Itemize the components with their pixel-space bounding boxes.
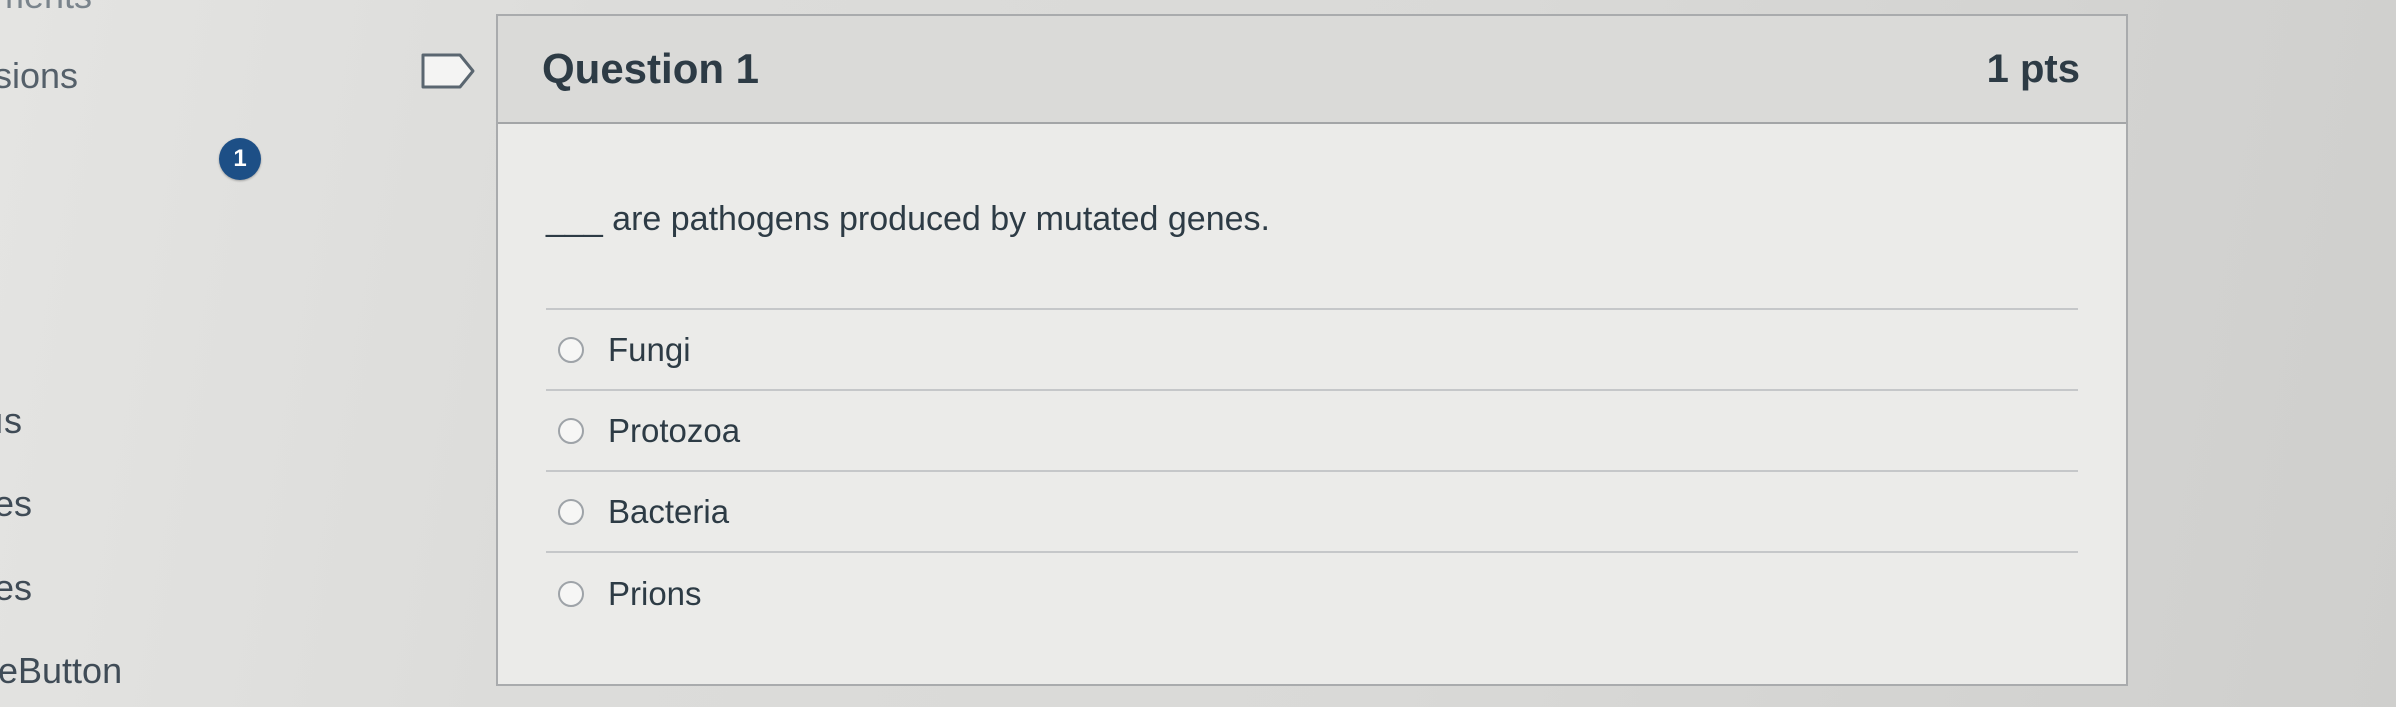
question-text: ___ are pathogens produced by mutated ge… — [546, 200, 1270, 238]
question-header: Question 1 1 pts — [498, 16, 2126, 124]
nav-item-assignments[interactable]: ments — [0, 0, 92, 14]
nav-item-discussions[interactable]: sions — [0, 58, 78, 94]
question-points: 1 pts — [1986, 46, 2080, 91]
answer-label[interactable]: Protozoa — [608, 412, 740, 450]
answer-option-prions[interactable]: Prions — [546, 553, 2078, 634]
nav-item-button[interactable]: eButton — [0, 653, 122, 689]
radio-button[interactable] — [558, 498, 584, 525]
answer-list: Fungi Protozoa Bacteria Prions — [546, 308, 2078, 634]
flag-question-icon[interactable] — [420, 52, 476, 90]
radio-button[interactable] — [558, 417, 584, 444]
nav-item-grades[interactable]: ıs — [0, 403, 22, 439]
question-card: Question 1 1 pts ___ are pathogens produ… — [496, 14, 2128, 686]
answer-label[interactable]: Fungi — [608, 331, 691, 369]
nav-item-modules[interactable]: es — [0, 570, 32, 606]
course-navigation: ments sions ıs es es eButton — [0, 0, 200, 707]
answer-option-bacteria[interactable]: Bacteria — [546, 472, 2078, 553]
nav-item-pages[interactable]: es — [0, 486, 32, 522]
answer-label[interactable]: Prions — [608, 575, 702, 613]
question-body: ___ are pathogens produced by mutated ge… — [498, 124, 2126, 634]
radio-button[interactable] — [558, 336, 584, 363]
answer-option-protozoa[interactable]: Protozoa — [546, 391, 2078, 472]
answer-option-fungi[interactable]: Fungi — [546, 310, 2078, 391]
question-title: Question 1 — [542, 45, 760, 92]
answer-label[interactable]: Bacteria — [608, 493, 729, 531]
radio-button[interactable] — [558, 580, 584, 607]
question-number-badge[interactable]: 1 — [219, 138, 261, 180]
